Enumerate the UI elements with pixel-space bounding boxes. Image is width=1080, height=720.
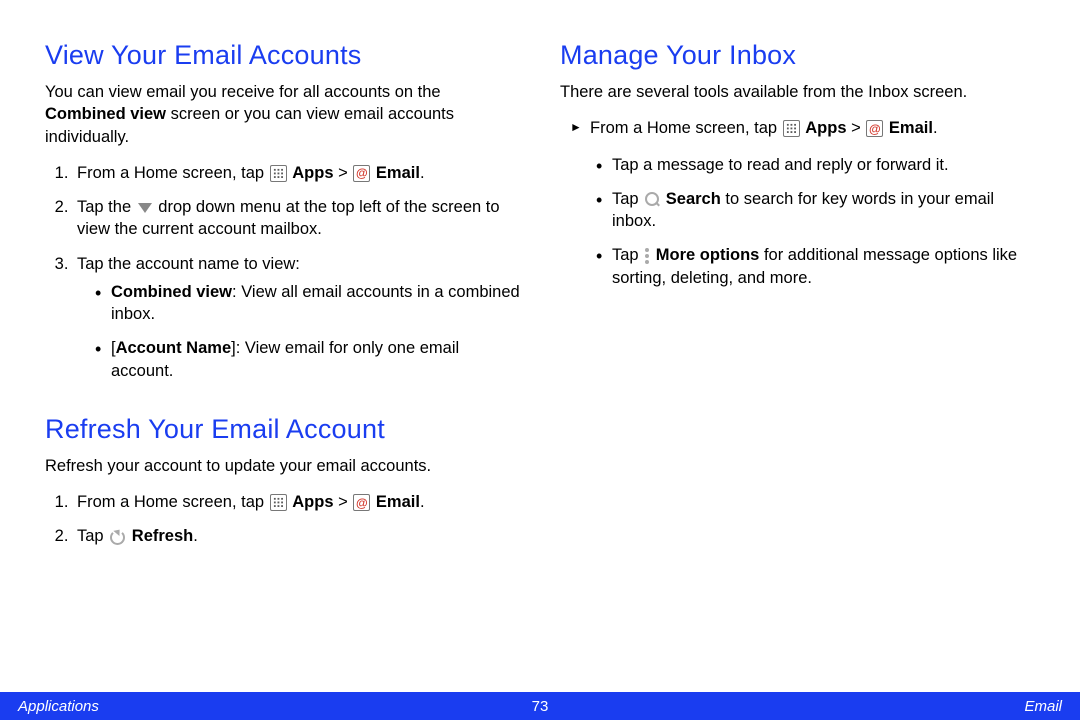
bold-refresh: Refresh bbox=[132, 527, 193, 545]
step-item: Tap the account name to view: Combined v… bbox=[73, 253, 520, 382]
dropdown-icon bbox=[138, 203, 152, 213]
bold-email: Email bbox=[376, 493, 420, 511]
section-manage-inbox: Manage Your Inbox There are several tool… bbox=[560, 40, 1035, 289]
apps-icon bbox=[270, 494, 287, 511]
bold-apps: Apps bbox=[292, 164, 333, 182]
text: Tap the account name to view: bbox=[77, 255, 300, 273]
step-item: From a Home screen, tap Apps > Email. bbox=[73, 491, 520, 513]
section-refresh: Refresh Your Email Account Refresh your … bbox=[45, 414, 520, 548]
left-column: View Your Email Accounts You can view em… bbox=[45, 40, 520, 580]
heading-refresh: Refresh Your Email Account bbox=[45, 414, 520, 445]
text: . bbox=[933, 119, 938, 137]
text: From a Home screen, tap bbox=[77, 164, 269, 182]
email-icon bbox=[353, 494, 370, 511]
step-item: Tap the drop down menu at the top left o… bbox=[73, 196, 520, 241]
bold-apps: Apps bbox=[292, 493, 333, 511]
bullet-item: Combined view: View all email accounts i… bbox=[95, 281, 520, 326]
email-icon bbox=[866, 120, 883, 137]
content-columns: View Your Email Accounts You can view em… bbox=[45, 40, 1035, 580]
bold-combined-view: Combined view bbox=[45, 105, 166, 123]
text: From a Home screen, tap bbox=[77, 493, 269, 511]
steps-refresh: From a Home screen, tap Apps > Email. Ta… bbox=[45, 491, 520, 548]
intro-refresh: Refresh your account to update your emai… bbox=[45, 455, 520, 477]
refresh-icon bbox=[110, 530, 125, 545]
page-footer: Applications 73 Email bbox=[0, 692, 1080, 720]
text: Tap bbox=[77, 527, 108, 545]
intro-view-accounts: You can view email you receive for all a… bbox=[45, 81, 520, 148]
text: . bbox=[193, 527, 198, 545]
bold-search: Search bbox=[666, 190, 721, 208]
right-column: Manage Your Inbox There are several tool… bbox=[560, 40, 1035, 580]
bullet-item: Tap a message to read and reply or forwa… bbox=[596, 154, 1035, 176]
step-item: From a Home screen, tap Apps > Email. bbox=[73, 162, 520, 184]
text: > bbox=[334, 493, 353, 511]
inbox-bullets: Tap a message to read and reply or forwa… bbox=[590, 154, 1035, 289]
text: Tap a message to read and reply or forwa… bbox=[612, 156, 949, 174]
text: > bbox=[847, 119, 866, 137]
heading-view-accounts: View Your Email Accounts bbox=[45, 40, 520, 71]
footer-right: Email bbox=[1024, 698, 1062, 715]
text: . bbox=[420, 164, 425, 182]
text: . bbox=[420, 493, 425, 511]
intro-manage-inbox: There are several tools available from t… bbox=[560, 81, 1035, 103]
heading-manage-inbox: Manage Your Inbox bbox=[560, 40, 1035, 71]
footer-page-number: 73 bbox=[532, 698, 549, 715]
apps-icon bbox=[270, 165, 287, 182]
bold-account-name: Account Name bbox=[116, 339, 232, 357]
bold-email: Email bbox=[889, 119, 933, 137]
more-options-icon bbox=[645, 248, 649, 264]
steps-view-accounts: From a Home screen, tap Apps > Email. Ta… bbox=[45, 162, 520, 382]
sub-bullets: Combined view: View all email accounts i… bbox=[77, 281, 520, 382]
section-view-accounts: View Your Email Accounts You can view em… bbox=[45, 40, 520, 382]
bullet-item: Tap More options for additional message … bbox=[596, 244, 1035, 289]
text: Tap bbox=[612, 246, 643, 264]
email-icon bbox=[353, 165, 370, 182]
apps-icon bbox=[783, 120, 800, 137]
bold-more-options: More options bbox=[656, 246, 760, 264]
bold-combined-view: Combined view bbox=[111, 283, 232, 301]
step-block: From a Home screen, tap Apps > Email. Ta… bbox=[570, 117, 1035, 289]
search-icon bbox=[645, 192, 659, 206]
manual-page: View Your Email Accounts You can view em… bbox=[0, 0, 1080, 720]
bullet-item: Tap Search to search for key words in yo… bbox=[596, 188, 1035, 233]
text: You can view email you receive for all a… bbox=[45, 83, 441, 101]
bold-apps: Apps bbox=[805, 119, 846, 137]
footer-left: Applications bbox=[18, 698, 99, 715]
text: Tap the bbox=[77, 198, 136, 216]
text: From a Home screen, tap bbox=[590, 119, 782, 137]
step-item: Tap Refresh. bbox=[73, 525, 520, 547]
text: > bbox=[334, 164, 353, 182]
bullet-item: [Account Name]: View email for only one … bbox=[95, 337, 520, 382]
bold-email: Email bbox=[376, 164, 420, 182]
text: Tap bbox=[612, 190, 643, 208]
